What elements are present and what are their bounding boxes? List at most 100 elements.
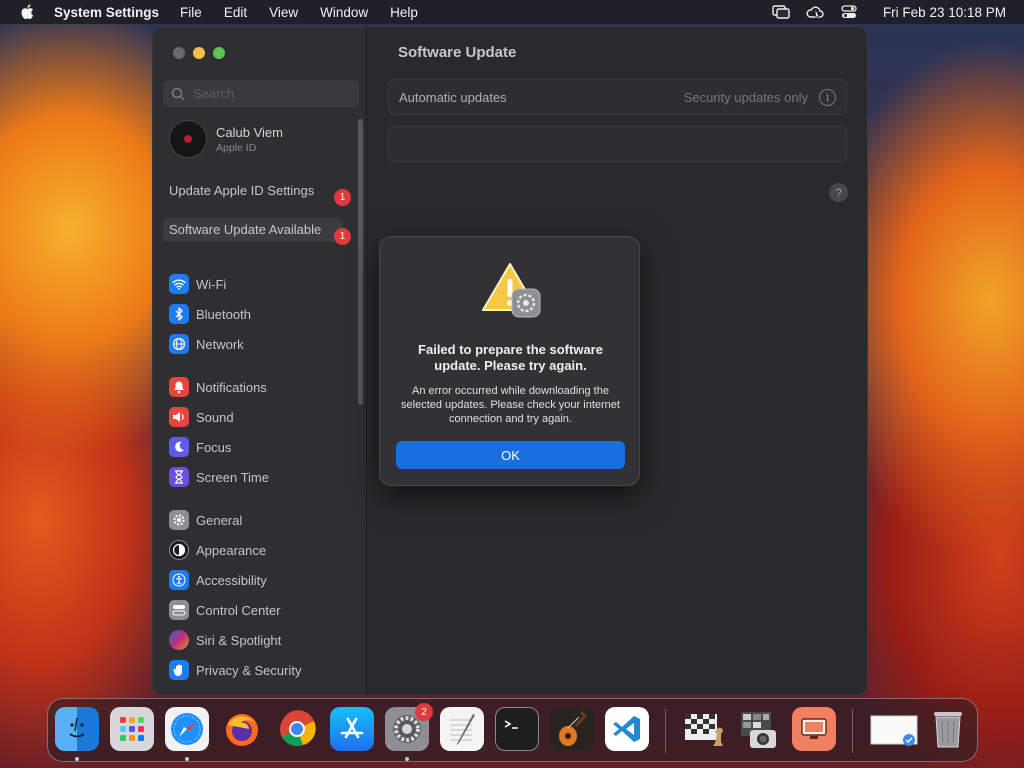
sidebar-item-general[interactable]: General [169, 509, 242, 531]
accessibility-icon [169, 570, 189, 590]
sidebar-item-screen-time[interactable]: Screen Time [169, 466, 269, 488]
finder-icon[interactable] [55, 707, 99, 751]
chess-icon[interactable] [682, 707, 726, 751]
menu-edit[interactable]: Edit [224, 5, 247, 20]
running-indicator [405, 757, 409, 761]
sidebar-item-siri-spotlight[interactable]: Siri & Spotlight [169, 629, 281, 651]
menu-bar-clock[interactable]: Fri Feb 23 10:18 PM [883, 5, 1006, 20]
sidebar-item-appearance[interactable]: Appearance [169, 539, 266, 561]
sidebar-item-label: Focus [196, 439, 232, 455]
profile-name: Calub Viem [216, 124, 283, 140]
vscode-icon[interactable] [605, 707, 649, 751]
update-status-box [388, 126, 847, 162]
sidebar-item-notifications[interactable]: Notifications [169, 376, 267, 398]
sidebar-item-label: Screen Time [196, 469, 269, 485]
sidebar: Calub Viem Apple ID Update Apple ID Sett… [153, 27, 367, 695]
running-indicator [75, 757, 79, 761]
automatic-updates-row[interactable]: Automatic updates Security updates only … [388, 79, 847, 115]
window-controls [173, 47, 225, 59]
alert-message: An error occurred while downloading the … [401, 385, 620, 425]
app-name-menu[interactable]: System Settings [54, 5, 159, 20]
zoom-window-button[interactable] [213, 47, 225, 59]
sidebar-search [163, 80, 359, 107]
sidebar-item-software-update-available[interactable]: Software Update Available 1 [163, 218, 351, 245]
textedit-icon[interactable] [440, 707, 484, 751]
terminal-icon[interactable] [495, 707, 539, 751]
launchpad-icon[interactable] [110, 707, 154, 751]
close-window-button[interactable] [173, 47, 185, 59]
help-button[interactable]: ? [829, 183, 848, 202]
notification-badge: 1 [334, 228, 351, 245]
sidebar-item-sound[interactable]: Sound [169, 406, 234, 428]
running-indicator [185, 757, 189, 761]
notification-badge: 2 [415, 703, 433, 721]
dock-separator [665, 709, 666, 753]
sidebar-item-label: Siri & Spotlight [196, 632, 282, 648]
cloud-sync-icon[interactable] [805, 4, 825, 20]
sidebar-item-label: Bluetooth [196, 306, 251, 322]
sidebar-item-label: Update Apple ID Settings [169, 183, 315, 198]
sidebar-item-label: Wi-Fi [196, 276, 227, 292]
minimize-window-button[interactable] [193, 47, 205, 59]
ok-button[interactable]: OK [396, 441, 625, 469]
automatic-updates-label: Automatic updates [399, 90, 507, 105]
search-input[interactable] [193, 86, 343, 101]
sidebar-item-label: Privacy & Security [196, 662, 302, 678]
menu-file[interactable]: File [180, 5, 202, 20]
notification-badge: 1 [334, 189, 351, 206]
control-center-icon [169, 600, 189, 620]
gear-icon [169, 510, 189, 530]
screen-sharing-icon[interactable] [792, 707, 836, 751]
sidebar-item-label: Sound [196, 409, 234, 425]
warning-icon [482, 263, 541, 318]
firefox-icon[interactable] [220, 707, 264, 751]
safari-icon[interactable] [165, 707, 209, 751]
moon-icon [169, 437, 189, 457]
image-capture-icon[interactable] [737, 707, 781, 751]
siri-icon [169, 630, 189, 650]
sidebar-item-control-center[interactable]: Control Center [169, 599, 281, 621]
dock: 2 [47, 698, 978, 762]
hourglass-icon [169, 467, 189, 487]
search-icon [171, 87, 185, 101]
sidebar-item-wifi[interactable]: Wi-Fi [169, 273, 226, 295]
sidebar-item-accessibility[interactable]: Accessibility [169, 569, 267, 591]
control-center-toggle-icon[interactable] [839, 4, 859, 20]
sidebar-item-label: Network [196, 336, 244, 352]
speaker-icon [169, 407, 189, 427]
sidebar-item-label: Appearance [196, 542, 267, 558]
menu-view[interactable]: View [269, 5, 298, 20]
automatic-updates-value: Security updates only [683, 90, 808, 105]
app-store-icon[interactable] [330, 707, 374, 751]
menu-bar-extras: Fri Feb 23 10:18 PM [771, 0, 1006, 24]
screen-mirroring-icon[interactable] [771, 4, 791, 20]
apple-menu-icon[interactable] [18, 3, 36, 21]
sidebar-item-bluetooth[interactable]: Bluetooth [169, 303, 251, 325]
wifi-icon [169, 274, 189, 294]
sidebar-item-label: Accessibility [196, 572, 267, 588]
system-settings-icon[interactable]: 2 [385, 703, 433, 751]
apple-id-profile[interactable]: Calub Viem Apple ID [169, 120, 283, 158]
trash-icon[interactable] [926, 707, 970, 751]
profile-subtitle: Apple ID [216, 141, 257, 154]
hand-icon [169, 660, 189, 680]
dock-separator [852, 709, 853, 753]
info-icon[interactable]: i [819, 89, 836, 106]
menu-bar: System Settings File Edit View Window He… [0, 0, 1024, 24]
garageband-icon[interactable] [550, 707, 594, 751]
bell-icon [169, 377, 189, 397]
chrome-icon[interactable] [275, 707, 319, 751]
sidebar-item-privacy-security[interactable]: Privacy & Security [169, 659, 301, 681]
desktop-preview-icon[interactable] [868, 707, 920, 751]
bluetooth-icon [169, 304, 189, 324]
menu-window[interactable]: Window [320, 5, 368, 20]
sidebar-item-network[interactable]: Network [169, 333, 244, 355]
sidebar-item-label: Notifications [196, 379, 267, 395]
sidebar-scrollbar[interactable] [358, 119, 363, 405]
menu-help[interactable]: Help [390, 5, 418, 20]
sidebar-item-focus[interactable]: Focus [169, 436, 231, 458]
appearance-icon [169, 540, 189, 560]
sidebar-item-update-apple-id[interactable]: Update Apple ID Settings 1 [163, 179, 351, 206]
globe-icon [169, 334, 189, 354]
sidebar-item-label: Control Center [196, 602, 281, 618]
